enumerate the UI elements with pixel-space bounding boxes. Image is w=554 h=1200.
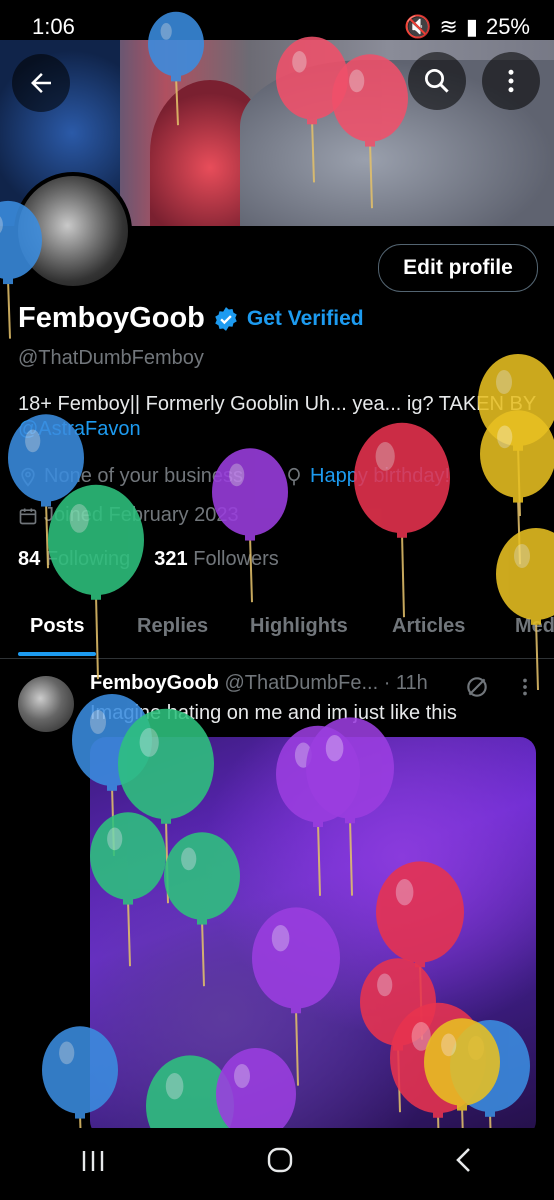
tab-media[interactable]: Media bbox=[515, 615, 554, 638]
location-pin-icon bbox=[21, 467, 35, 487]
chevron-left-icon bbox=[455, 1148, 470, 1172]
mute-icon: 🔇 bbox=[404, 14, 432, 39]
tab-articles[interactable]: Articles bbox=[392, 615, 465, 638]
arrow-left-icon bbox=[31, 73, 51, 93]
balloon-icon bbox=[288, 467, 300, 485]
tweet-more-button[interactable] bbox=[518, 674, 532, 705]
status-icons: 🔇 ≋ ▮ 25% bbox=[404, 14, 530, 40]
display-name: FemboyGoob bbox=[18, 302, 205, 334]
back-button[interactable] bbox=[12, 54, 70, 112]
battery-label: 25% bbox=[485, 14, 530, 39]
following-count: 84 bbox=[18, 548, 41, 570]
bio-mention-link[interactable]: @AstraFavon bbox=[18, 418, 141, 440]
home-button[interactable] bbox=[267, 1147, 293, 1181]
wifi-icon: ≋ bbox=[439, 14, 458, 39]
balloon bbox=[354, 422, 450, 618]
status-time: 1:06 bbox=[32, 14, 75, 39]
grok-icon bbox=[467, 677, 487, 697]
system-nav-bar bbox=[0, 1128, 554, 1200]
tweet-time: · 11h bbox=[383, 672, 428, 694]
verified-badge-icon bbox=[215, 306, 237, 331]
tweet-text: Imagine hating on me and im just like th… bbox=[90, 702, 457, 724]
tweet-media-image[interactable] bbox=[90, 737, 536, 1137]
search-icon bbox=[425, 69, 449, 93]
search-button[interactable] bbox=[408, 52, 466, 110]
profile-location: None of your business bbox=[18, 465, 243, 488]
bio-text: 18+ Femboy|| Formerly Gooblin Uh... yea.… bbox=[18, 393, 536, 415]
profile-handle: @ThatDumbFemboy bbox=[18, 347, 204, 369]
profile-tabs: Posts Replies Highlights Articles Media bbox=[0, 598, 554, 659]
recent-apps-button[interactable] bbox=[80, 1147, 106, 1181]
more-button[interactable] bbox=[482, 52, 540, 110]
back-nav-button[interactable] bbox=[454, 1147, 474, 1181]
following-label: Following bbox=[45, 548, 131, 570]
follow-counts: 84 Following 321 Followers bbox=[18, 548, 279, 571]
profile-bio: 18+ Femboy|| Formerly Gooblin Uh... yea.… bbox=[18, 392, 538, 442]
active-tab-indicator bbox=[18, 652, 96, 656]
profile-name-row: FemboyGoob Get Verified bbox=[18, 302, 364, 335]
tab-replies[interactable]: Replies bbox=[137, 615, 208, 638]
tweet-header: FemboyGoob @ThatDumbFe... · 11h bbox=[90, 672, 428, 695]
get-verified-link[interactable]: Get Verified bbox=[247, 307, 364, 331]
birthday-text[interactable]: Happy birthday! bbox=[310, 465, 450, 488]
more-vertical-icon bbox=[508, 69, 514, 93]
recent-apps-icon bbox=[83, 1151, 104, 1171]
edit-profile-button[interactable]: Edit profile bbox=[378, 244, 538, 292]
tweet-author-handle: @ThatDumbFe... bbox=[224, 672, 379, 694]
grok-button[interactable] bbox=[464, 674, 490, 705]
tweet-avatar[interactable] bbox=[18, 676, 74, 732]
signal-icon: ▮ bbox=[465, 14, 478, 39]
profile-avatar[interactable] bbox=[14, 172, 132, 290]
more-vertical-icon bbox=[523, 678, 527, 696]
location-text: None of your business bbox=[44, 465, 244, 487]
joined-text: Joined February 2023 bbox=[44, 504, 239, 526]
profile-birthday: Happy birthday! bbox=[284, 465, 450, 488]
home-icon bbox=[267, 1147, 293, 1173]
calendar-icon bbox=[19, 508, 37, 524]
tweet-author-name[interactable]: FemboyGoob bbox=[90, 672, 219, 694]
tab-highlights[interactable]: Highlights bbox=[250, 615, 348, 638]
followers-link[interactable]: 321 Followers bbox=[154, 548, 279, 571]
tab-posts[interactable]: Posts bbox=[30, 615, 84, 638]
followers-count: 321 bbox=[154, 548, 188, 570]
profile-joined: Joined February 2023 bbox=[18, 504, 239, 527]
following-link[interactable]: 84 Following bbox=[18, 548, 130, 571]
followers-label: Followers bbox=[193, 548, 279, 570]
